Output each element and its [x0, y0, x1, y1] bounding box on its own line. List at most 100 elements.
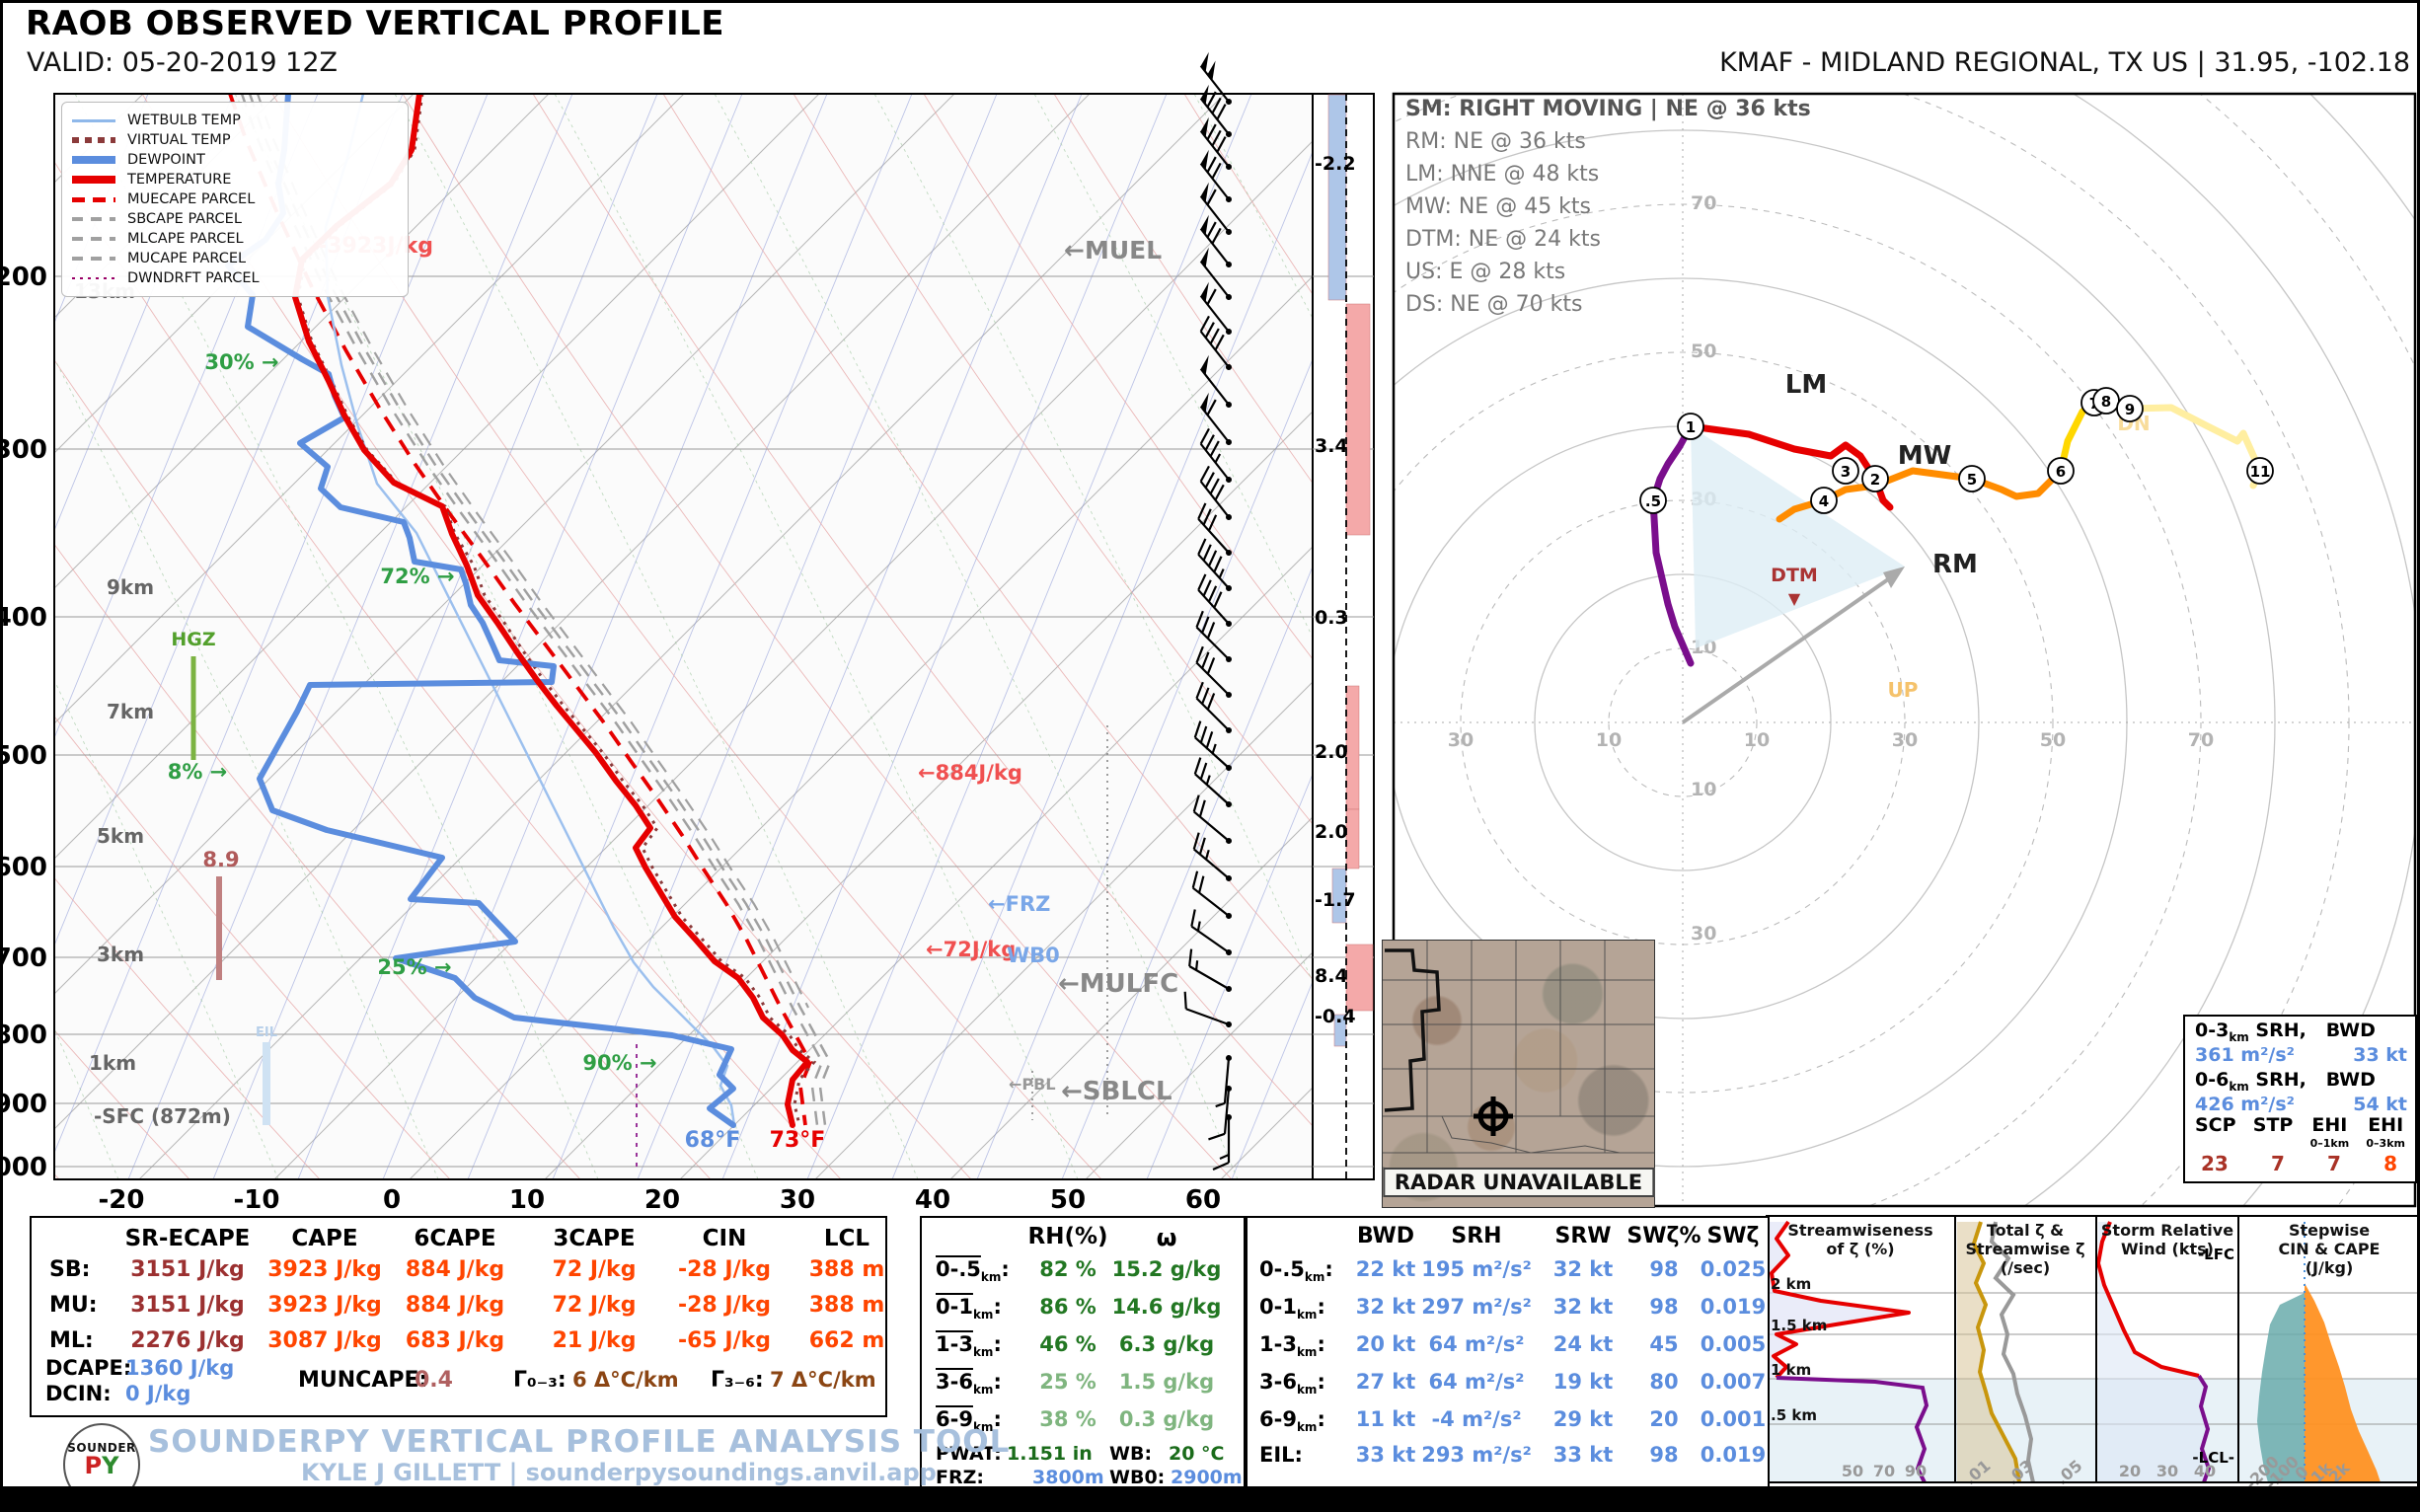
table-cell: 80 — [1649, 1370, 1678, 1394]
legend-item: DEWPOINT — [72, 150, 398, 170]
svg-text:9: 9 — [2125, 401, 2135, 418]
table-cell: 64 m²/s² — [1429, 1370, 1525, 1394]
svg-text:-1.7: -1.7 — [1315, 889, 1356, 911]
legend-swatch-temperature — [72, 176, 115, 184]
svg-text:2 km: 2 km — [1771, 1275, 1811, 1293]
table-cell: 195 m²/s² — [1421, 1257, 1532, 1281]
svg-text:←SBLCL: ←SBLCL — [1061, 1077, 1172, 1106]
table-cell: 32 kt — [1356, 1295, 1416, 1319]
table-cell: FRZ: — [936, 1467, 984, 1488]
svg-text:(/sec): (/sec) — [2001, 1258, 2050, 1277]
table-cell: 662 m — [809, 1328, 885, 1353]
table-cell: 3-6km: — [1259, 1370, 1325, 1397]
storm-motion-line: RM: NE @ 36 kts — [1405, 129, 1811, 162]
legend-label: MUECAPE PARCEL — [127, 191, 255, 207]
svg-text:Total ζ &: Total ζ & — [1987, 1221, 2064, 1240]
table-cell: Γ₃₋₆: — [711, 1368, 764, 1393]
storm-motion-info: SM: RIGHT MOVING | NE @ 36 ktsRM: NE @ 3… — [1405, 97, 1811, 325]
svg-text:▼: ▼ — [1788, 589, 1801, 608]
storm-motion-line: MW: NE @ 45 kts — [1405, 194, 1811, 227]
svg-text:50: 50 — [1691, 340, 1716, 362]
svg-text:30: 30 — [1691, 923, 1716, 945]
srh-0-6-values: 426 m²/s²54 kt — [2185, 1094, 2415, 1115]
svg-text:5km: 5km — [97, 824, 144, 848]
table-cell: SWζ — [1706, 1224, 1759, 1248]
legend-label: DEWPOINT — [127, 152, 205, 168]
table-cell: 32 kt — [1553, 1257, 1614, 1281]
svg-text:20: 20 — [644, 1185, 680, 1215]
svg-text:7km: 7km — [107, 700, 154, 723]
srh-0-6-header: 0-6km SRH, BWD — [2185, 1066, 2415, 1094]
svg-text:40: 40 — [915, 1185, 950, 1215]
svg-text:30: 30 — [1892, 729, 1918, 751]
storm-motion-line: US: E @ 28 kts — [1405, 260, 1811, 292]
svg-text:8: 8 — [2101, 393, 2111, 411]
table-cell: 32 kt — [1553, 1295, 1614, 1319]
svg-text:300: 300 — [0, 435, 47, 465]
svg-text:20: 20 — [2119, 1462, 2141, 1480]
svg-text:2: 2 — [1870, 471, 1880, 489]
svg-text:8% →: 8% → — [168, 760, 228, 784]
legend-swatch-mucape — [72, 257, 115, 261]
svg-text:-SFC (872m): -SFC (872m) — [94, 1104, 231, 1128]
svg-text:500: 500 — [0, 741, 47, 771]
table-cell: 0-1km: — [1259, 1295, 1325, 1322]
table-cell: 72 J/kg — [553, 1257, 637, 1282]
table-cell: 1360 J/kg — [125, 1356, 234, 1380]
svg-text:3: 3 — [1841, 463, 1851, 481]
table-cell: Γ₀₋₃: — [513, 1368, 567, 1393]
table-cell: 0-.5km: — [1259, 1257, 1333, 1284]
table-cell: 98 — [1649, 1295, 1678, 1319]
srh-0-3-header: 0-3km SRH, BWD — [2185, 1017, 2415, 1044]
table-cell: 6-9km: — [1259, 1407, 1325, 1434]
svg-text:EIL: EIL — [256, 1025, 277, 1040]
svg-text:2.0: 2.0 — [1315, 821, 1348, 843]
table-cell: DCIN: — [45, 1382, 112, 1405]
svg-text:Streamwise ζ: Streamwise ζ — [1965, 1240, 2084, 1258]
svg-text:0.3: 0.3 — [1315, 607, 1348, 629]
legend-swatch-dwndrft — [72, 277, 115, 279]
legend-swatch-wetbulb — [72, 119, 115, 122]
table-cell: 20 °C — [1169, 1443, 1225, 1465]
svg-text:-2.2: -2.2 — [1315, 153, 1356, 175]
svg-text:Stepwise: Stepwise — [2289, 1221, 2370, 1240]
table-cell: 1.5 g/kg — [1119, 1370, 1214, 1394]
legend-item: WETBULB TEMP — [72, 111, 398, 130]
table-cell: 1.151 in — [1007, 1443, 1093, 1465]
storm-motion-line: LM: NNE @ 48 kts — [1405, 162, 1811, 194]
svg-text:Wind (kts): Wind (kts) — [2121, 1240, 2214, 1258]
svg-text:68°F: 68°F — [685, 1128, 741, 1153]
table-cell: -4 m²/s² — [1431, 1407, 1521, 1431]
table-cell: -28 J/kg — [678, 1257, 771, 1282]
legend-swatch-dewpoint — [72, 156, 115, 164]
thermo-indices-table: SR-ECAPECAPE6CAPE3CAPECINLCLSB:3151 J/kg… — [30, 1216, 887, 1417]
table-cell: 7 Δ°C/km — [770, 1368, 876, 1392]
svg-text:50: 50 — [1842, 1462, 1863, 1480]
svg-text:1 km: 1 km — [1771, 1361, 1811, 1379]
table-cell: 1-3km: — [936, 1332, 1002, 1359]
svg-text:50: 50 — [1050, 1185, 1086, 1215]
legend-item: MUECAPE PARCEL — [72, 189, 398, 209]
svg-text:30% →: 30% → — [204, 350, 278, 374]
footer-title: SOUNDERPY VERTICAL PROFILE ANALYSIS TOOL — [148, 1424, 1010, 1460]
table-cell: 3800m — [1032, 1467, 1104, 1488]
table-cell: 293 m²/s² — [1421, 1443, 1532, 1467]
legend-item: MUCAPE PARCEL — [72, 249, 398, 268]
svg-text:MW: MW — [1898, 441, 1952, 471]
svg-text:CIN & CAPE: CIN & CAPE — [2279, 1240, 2381, 1258]
svg-text:10: 10 — [1744, 729, 1770, 751]
svg-text:3km: 3km — [97, 943, 144, 966]
svg-text:10: 10 — [509, 1185, 545, 1215]
table-cell: CAPE — [291, 1226, 357, 1251]
table-cell: SB: — [49, 1257, 90, 1282]
svg-text:90% →: 90% → — [582, 1051, 656, 1075]
svg-text:.5: .5 — [1645, 492, 1661, 510]
svg-text:(J/kg): (J/kg) — [2306, 1258, 2354, 1277]
svg-text:50: 50 — [2040, 729, 2066, 751]
skewt-legend: WETBULB TEMPVIRTUAL TEMPDEWPOINTTEMPERAT… — [61, 102, 409, 297]
svg-text:9km: 9km — [107, 575, 154, 599]
table-cell: 38 % — [1039, 1407, 1097, 1431]
svg-text:11: 11 — [2250, 463, 2271, 481]
table-cell: WB0: — [1109, 1467, 1165, 1488]
srh-0-3-values: 361 m²/s²33 kt — [2185, 1044, 2415, 1066]
